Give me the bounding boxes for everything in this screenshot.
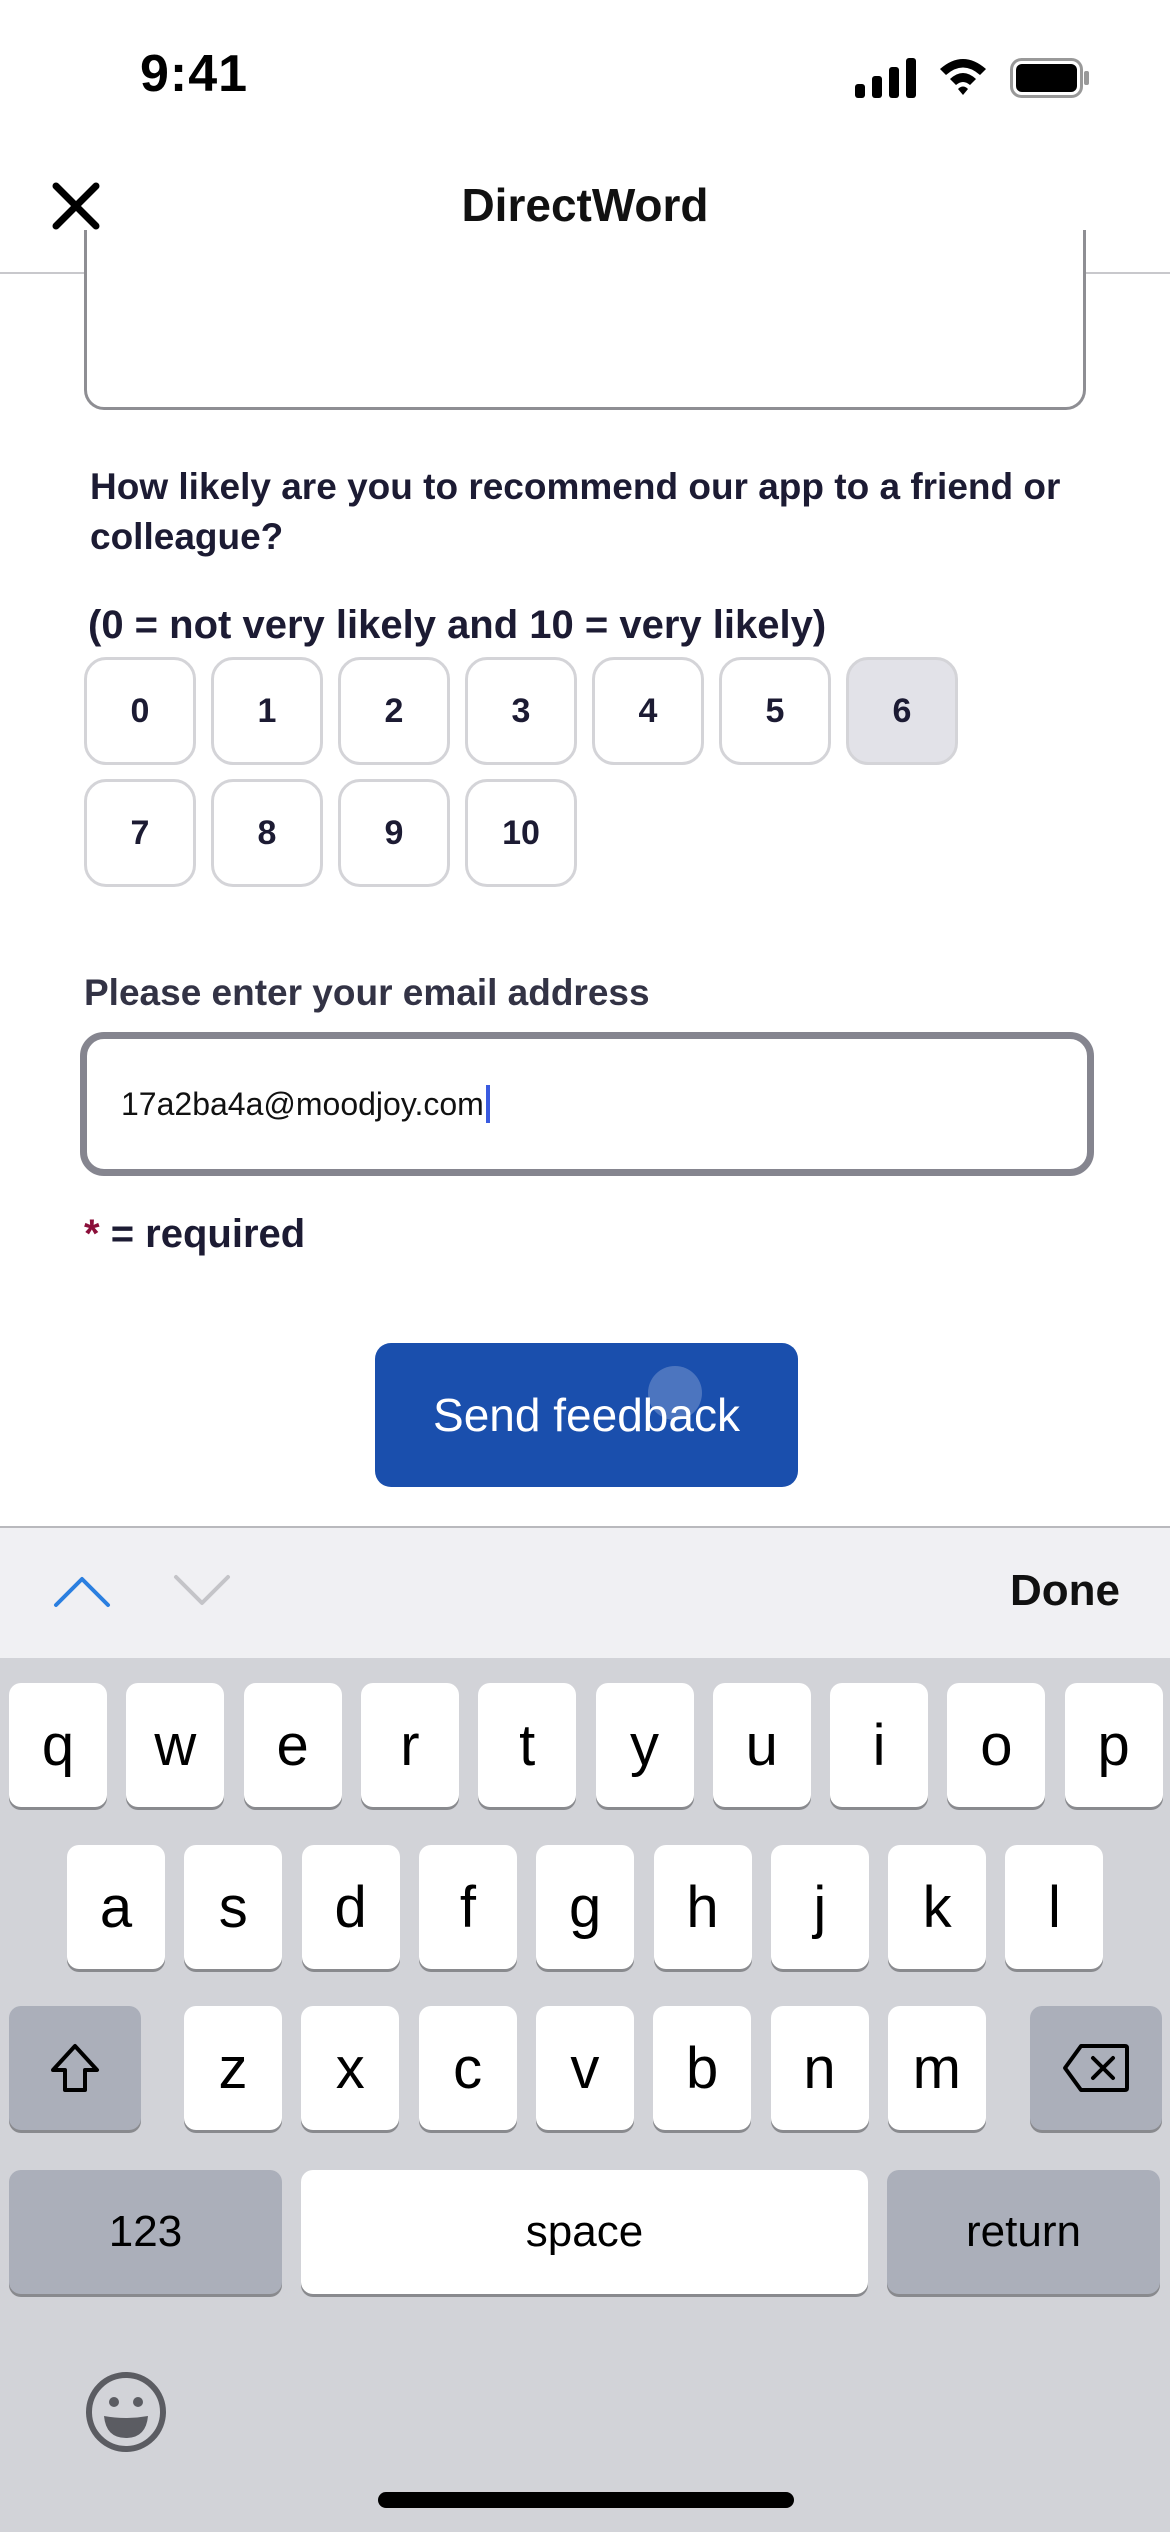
key-b[interactable]: b <box>653 2006 752 2130</box>
space-key[interactable]: space <box>301 2170 868 2294</box>
scale-hint: (0 = not very likely and 10 = very likel… <box>88 603 827 647</box>
page-title: DirectWord <box>461 179 709 231</box>
key-x[interactable]: x <box>301 2006 400 2130</box>
wifi-icon <box>940 59 986 95</box>
key-i[interactable]: i <box>830 1683 929 1807</box>
key-z[interactable]: z <box>184 2006 282 2130</box>
key-j[interactable]: j <box>770 1845 869 1969</box>
key-y[interactable]: y <box>595 1683 694 1807</box>
key-p[interactable]: p <box>1064 1683 1163 1807</box>
rating-option-6[interactable]: 6 <box>846 657 958 765</box>
chevron-up-icon[interactable] <box>52 1573 112 1609</box>
rating-option-10[interactable]: 10 <box>465 779 577 887</box>
key-a[interactable]: a <box>67 1845 165 1969</box>
key-u[interactable]: u <box>712 1683 811 1807</box>
key-d[interactable]: d <box>301 1845 400 1969</box>
rating-option-9[interactable]: 9 <box>338 779 450 887</box>
text-caret <box>485 1085 490 1123</box>
status-time: 9:41 <box>140 45 249 103</box>
recommend-question: How likely are you to recommend our app … <box>90 466 1061 557</box>
rating-option-3[interactable]: 3 <box>465 657 577 765</box>
required-text: = required <box>110 1212 306 1256</box>
required-star: * <box>84 1212 100 1256</box>
rating-option-2[interactable]: 2 <box>338 657 450 765</box>
delete-icon <box>1063 2044 1129 2092</box>
key-f[interactable]: f <box>418 1845 517 1969</box>
rating-option-4[interactable]: 4 <box>592 657 704 765</box>
email-label: Please enter your email address <box>84 972 650 1013</box>
delete-key[interactable] <box>1030 2006 1162 2130</box>
signal-icon <box>855 58 916 98</box>
comment-textarea[interactable] <box>84 230 1086 410</box>
key-o[interactable]: o <box>947 1683 1046 1807</box>
key-l[interactable]: l <box>1005 1845 1104 1969</box>
key-k[interactable]: k <box>888 1845 987 1969</box>
key-n[interactable]: n <box>770 2006 869 2130</box>
key-s[interactable]: s <box>184 1845 283 1969</box>
battery-icon <box>1010 58 1089 98</box>
return-key[interactable]: return <box>887 2170 1160 2294</box>
email-input[interactable]: 17a2ba4a@moodjoy.com <box>80 1032 1094 1176</box>
shift-icon <box>51 2044 99 2092</box>
key-g[interactable]: g <box>536 1845 635 1969</box>
shift-key[interactable] <box>9 2006 141 2130</box>
rating-option-8[interactable]: 8 <box>211 779 323 887</box>
emoji-icon[interactable] <box>84 2370 168 2454</box>
rating-option-1[interactable]: 1 <box>211 657 323 765</box>
done-button[interactable]: Done <box>1010 1566 1120 1616</box>
key-c[interactable]: c <box>418 2006 517 2130</box>
required-note: * = required <box>84 1212 305 1257</box>
key-m[interactable]: m <box>887 2006 986 2130</box>
key-t[interactable]: t <box>478 1683 577 1807</box>
rating-option-0[interactable]: 0 <box>84 657 196 765</box>
touch-indicator <box>648 1366 702 1420</box>
key-h[interactable]: h <box>653 1845 752 1969</box>
rating-option-7[interactable]: 7 <box>84 779 196 887</box>
key-v[interactable]: v <box>535 2006 634 2130</box>
send-feedback-button[interactable]: Send feedback <box>375 1343 798 1487</box>
rating-option-5[interactable]: 5 <box>719 657 831 765</box>
numbers-key[interactable]: 123 <box>9 2170 282 2294</box>
key-q[interactable]: q <box>9 1683 107 1807</box>
key-r[interactable]: r <box>360 1683 459 1807</box>
home-indicator <box>378 2492 794 2508</box>
chevron-down-icon[interactable] <box>172 1573 232 1609</box>
key-e[interactable]: e <box>243 1683 342 1807</box>
email-value: 17a2ba4a@moodjoy.com <box>121 1085 484 1122</box>
key-w[interactable]: w <box>126 1683 225 1807</box>
